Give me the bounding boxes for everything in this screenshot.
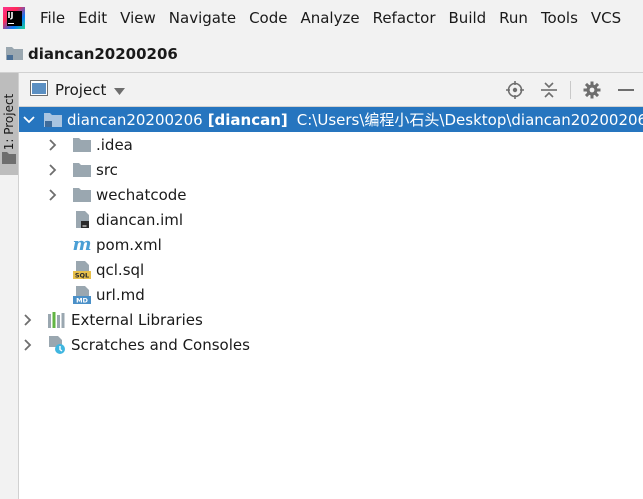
menu-view[interactable]: View [114, 9, 163, 27]
project-tree: diancan20200206 [diancan] C:\Users\编程小石头… [19, 107, 643, 499]
menu-vcs[interactable]: VCS [585, 9, 628, 27]
menu-edit[interactable]: Edit [72, 9, 114, 27]
locate-file-icon[interactable] [498, 73, 532, 106]
maven-icon: m [72, 233, 92, 255]
panel-toolbar [498, 73, 643, 106]
libraries-icon [48, 311, 66, 329]
svg-text:SQL: SQL [75, 271, 89, 279]
navigation-bar: diancan20200206 [0, 36, 643, 73]
tree-item-label: pom.xml [96, 235, 162, 254]
tree-item-wechatcode[interactable]: wechatcode [19, 182, 643, 207]
menu-file[interactable]: File [34, 9, 72, 27]
menu-build[interactable]: Build [443, 9, 494, 27]
folder-icon [73, 136, 91, 154]
tree-item-idea[interactable]: .idea [19, 132, 643, 157]
intellij-logo-icon[interactable]: IJ [3, 7, 25, 29]
tree-item-label: url.md [96, 285, 145, 304]
root-module-name: [diancan] [207, 110, 288, 129]
folder-icon [73, 161, 91, 179]
tree-item-diancan-iml[interactable]: diancan.iml [19, 207, 643, 232]
tree-item-label: .idea [96, 135, 133, 154]
tree-item-label: diancan.iml [96, 210, 184, 229]
tree-item-src[interactable]: src [19, 157, 643, 182]
gear-icon[interactable] [575, 73, 609, 106]
menu-run[interactable]: Run [493, 9, 535, 27]
root-name: diancan20200206 [67, 110, 203, 129]
tree-item-label: External Libraries [71, 310, 203, 329]
menu-bar: IJ File Edit View Navigate Code Analyze … [0, 0, 643, 36]
root-path: C:\Users\编程小石头\Desktop\diancan20200206 [296, 111, 643, 129]
menu-navigate[interactable]: Navigate [163, 9, 243, 27]
menu-refactor[interactable]: Refactor [367, 9, 443, 27]
project-panel-header: Project [19, 73, 643, 107]
iml-file-icon [73, 210, 91, 229]
project-view-icon [30, 79, 48, 100]
tree-item-label: src [96, 160, 118, 179]
chevron-right-icon[interactable] [47, 138, 59, 151]
toolbar-separator [570, 80, 571, 99]
tree-item-qcl-sql[interactable]: SQL qcl.sql [19, 257, 643, 282]
chevron-right-icon[interactable] [47, 188, 59, 201]
chevron-right-icon[interactable] [22, 313, 34, 326]
menu-tools[interactable]: Tools [535, 9, 585, 27]
module-folder-icon [44, 111, 62, 129]
folder-icon [73, 186, 91, 204]
project-tool-window-tab[interactable]: 1: Project [0, 73, 18, 175]
menu-analyze[interactable]: Analyze [294, 9, 366, 27]
chevron-down-icon[interactable] [23, 114, 35, 126]
tree-item-label: qcl.sql [96, 260, 145, 279]
svg-text:MD: MD [76, 296, 88, 304]
module-folder-icon [6, 45, 23, 64]
chevron-right-icon[interactable] [22, 338, 34, 351]
tree-item-label: Scratches and Consoles [71, 335, 250, 354]
sql-file-icon: SQL [73, 260, 91, 279]
markdown-file-icon: MD [73, 285, 91, 304]
panel-title[interactable]: Project [55, 81, 106, 99]
scratches-icon [48, 335, 66, 354]
collapse-all-icon[interactable] [532, 73, 566, 106]
chevron-right-icon[interactable] [47, 163, 59, 176]
hide-panel-icon[interactable] [609, 73, 643, 106]
breadcrumb-project[interactable]: diancan20200206 [28, 45, 178, 63]
tree-item-scratches[interactable]: Scratches and Consoles [19, 332, 643, 357]
tree-item-external-libraries[interactable]: External Libraries [19, 307, 643, 332]
tree-item-label: wechatcode [96, 185, 187, 204]
folder-icon [2, 149, 16, 168]
menu-code[interactable]: Code [243, 9, 294, 27]
chevron-down-icon[interactable] [114, 80, 126, 99]
tree-item-url-md[interactable]: MD url.md [19, 282, 643, 307]
tree-item-pom-xml[interactable]: m pom.xml [19, 232, 643, 257]
tree-root-row[interactable]: diancan20200206 [diancan] C:\Users\编程小石头… [19, 107, 643, 132]
tool-window-stripe: 1: Project [0, 73, 19, 499]
